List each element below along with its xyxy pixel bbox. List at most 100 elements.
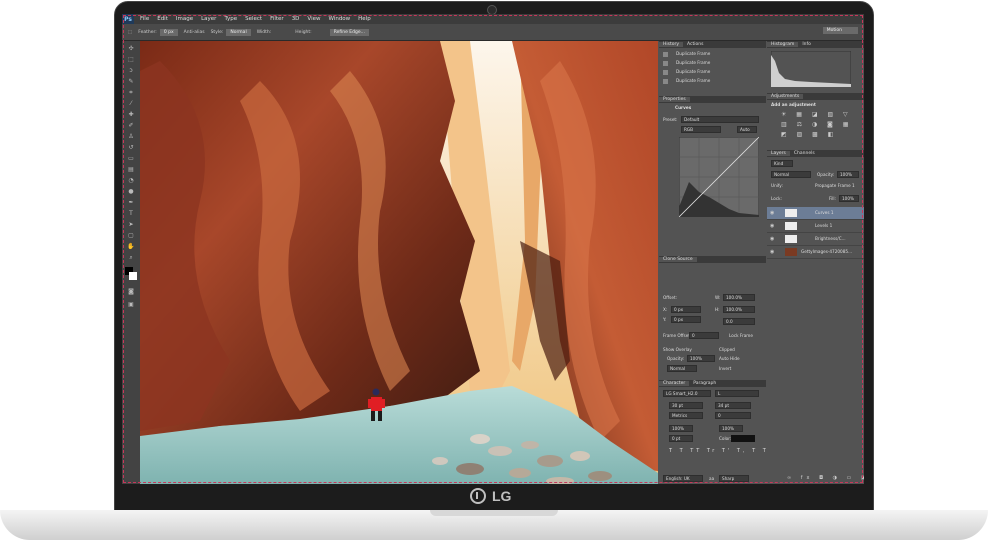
document-canvas[interactable]	[140, 41, 658, 484]
curves-graph[interactable]	[679, 137, 759, 217]
move-tool-icon[interactable]: ✣	[126, 45, 136, 53]
font-style-select[interactable]: L	[715, 390, 759, 397]
hand-tool-icon[interactable]: ✋	[126, 243, 136, 251]
history-item[interactable]: Duplicate Frame	[663, 67, 759, 76]
antialias-select[interactable]: Sharp	[719, 475, 749, 482]
blur-tool-icon[interactable]: ◔	[126, 177, 136, 185]
layer-opacity-input[interactable]: 100%	[837, 171, 859, 178]
menu-window[interactable]: Window	[328, 16, 350, 22]
tab-histogram[interactable]: Histogram	[767, 42, 799, 47]
menu-3d[interactable]: 3D	[292, 16, 300, 22]
tab-history[interactable]: History	[659, 42, 684, 47]
menu-layer[interactable]: Layer	[201, 16, 216, 22]
layers-footer-icons[interactable]: ∞ fx ◘ ◑ ▭ ▣ 🗑	[787, 475, 864, 481]
style-select[interactable]: Normal	[226, 28, 251, 36]
tab-adjustments[interactable]: Adjustments	[767, 94, 804, 99]
layer-blend-select[interactable]: Normal	[771, 171, 811, 178]
tab-character[interactable]: Character	[659, 381, 690, 386]
layer-row[interactable]: ◉ Curves 1	[767, 207, 864, 220]
fill-input[interactable]: 100%	[839, 195, 859, 202]
tab-info[interactable]: Info	[798, 42, 815, 47]
angle-input[interactable]: 0.0	[723, 318, 755, 325]
invert-checkbox[interactable]: Invert	[719, 366, 731, 371]
menu-select[interactable]: Select	[245, 16, 262, 22]
adjustment-icons-row3[interactable]: ◩ ▨ ▩ ◧	[781, 131, 837, 138]
eye-icon[interactable]: ◉	[770, 249, 774, 255]
clone-stamp-tool-icon[interactable]: ♙	[126, 133, 136, 141]
adjustment-icons-row2[interactable]: ▥ ⚖ ◑ ◙ ▦	[781, 121, 852, 128]
menu-type[interactable]: Type	[224, 16, 237, 22]
tab-layers[interactable]: Layers	[767, 151, 790, 156]
history-item[interactable]: Duplicate Frame	[663, 76, 759, 85]
menu-file[interactable]: File	[140, 16, 149, 22]
menu-help[interactable]: Help	[358, 16, 371, 22]
lock-frame-checkbox[interactable]: Lock Frame	[729, 333, 753, 338]
eye-icon[interactable]: ◉	[770, 236, 774, 242]
layer-row[interactable]: ◉ GettyImages-4720085...	[767, 246, 864, 259]
leading-input[interactable]: 34 pt	[715, 402, 751, 409]
baseline-shift-input[interactable]: 0 pt	[669, 435, 693, 442]
layer-row[interactable]: ◉ Brightness/C...	[767, 233, 864, 246]
clone-opacity-input[interactable]: 100%	[687, 355, 715, 362]
dodge-tool-icon[interactable]: ●	[126, 188, 136, 196]
preset-select[interactable]: Default	[681, 116, 759, 123]
clone-blend-select[interactable]: Normal	[667, 365, 697, 372]
brush-tool-icon[interactable]: ✐	[126, 122, 136, 130]
workspace-select[interactable]: Motion	[822, 27, 858, 34]
clipped-checkbox[interactable]: Clipped	[719, 347, 735, 352]
auto-hide-checkbox[interactable]: Auto Hide	[719, 356, 740, 361]
x-input[interactable]: 0 px	[671, 306, 701, 313]
marquee-tool-icon[interactable]: ⬚	[128, 30, 132, 35]
menu-filter[interactable]: Filter	[270, 16, 284, 22]
y-input[interactable]: 0 px	[671, 316, 701, 323]
propagate-frame-checkbox[interactable]: Propagate Frame 1	[815, 183, 855, 188]
layer-row[interactable]: ◉ Levels 1	[767, 220, 864, 233]
tab-properties[interactable]: Properties	[659, 97, 690, 102]
pen-tool-icon[interactable]: ✒	[126, 199, 136, 207]
h-input[interactable]: 100.0%	[723, 306, 755, 313]
history-item[interactable]: Duplicate Frame	[663, 58, 759, 67]
font-family-select[interactable]: LG Smart_H2.0	[663, 390, 711, 397]
background-color-swatch[interactable]	[129, 272, 137, 280]
menu-view[interactable]: View	[307, 16, 320, 22]
adjustment-icons-row1[interactable]: ☀ ▦ ◪ ▧ ▽	[781, 111, 852, 118]
history-item[interactable]: Duplicate Frame	[663, 49, 759, 58]
language-select[interactable]: English: UK	[663, 475, 703, 482]
refine-edge-button[interactable]: Refine Edge...	[329, 28, 369, 36]
lasso-tool-icon[interactable]: ↄ	[126, 67, 136, 75]
gradient-tool-icon[interactable]: ▤	[126, 166, 136, 174]
eye-icon[interactable]: ◉	[770, 210, 774, 216]
auto-button[interactable]: Auto	[737, 126, 757, 133]
menu-edit[interactable]: Edit	[157, 16, 168, 22]
w-input[interactable]: 100.0%	[723, 294, 755, 301]
horizontal-scale-input[interactable]: 100%	[719, 425, 743, 432]
font-size-input[interactable]: 30 pt	[669, 402, 703, 409]
eraser-tool-icon[interactable]: ▭	[126, 155, 136, 163]
frame-offset-input[interactable]: 0	[689, 332, 719, 339]
feather-input[interactable]: 0 px	[159, 28, 178, 36]
tracking-select[interactable]: 0	[715, 412, 751, 419]
tab-actions[interactable]: Actions	[683, 42, 707, 47]
channel-select[interactable]: RGB	[681, 126, 721, 133]
history-brush-tool-icon[interactable]: ↺	[126, 144, 136, 152]
shape-tool-icon[interactable]: ▢	[126, 232, 136, 240]
vertical-scale-input[interactable]: 100%	[669, 425, 693, 432]
marquee-tool-icon[interactable]: ⬚	[126, 56, 136, 64]
crop-tool-icon[interactable]: ⌗	[126, 89, 136, 97]
layer-filter-select[interactable]: Kind	[771, 160, 793, 167]
quick-select-tool-icon[interactable]: ✎	[126, 78, 136, 86]
tab-paragraph[interactable]: Paragraph	[689, 381, 720, 386]
tab-clone-source[interactable]: Clone Source	[659, 257, 697, 262]
text-color-swatch[interactable]	[731, 435, 755, 442]
zoom-tool-icon[interactable]: ⌕	[126, 254, 136, 262]
eye-icon[interactable]: ◉	[770, 223, 774, 229]
tab-channels[interactable]: Channels	[790, 151, 819, 156]
quick-mask-icon[interactable]: ◙	[126, 288, 136, 296]
type-tool-icon[interactable]: T	[126, 210, 136, 218]
antialias-checkbox[interactable]: Anti-alias	[184, 30, 205, 35]
healing-tool-icon[interactable]: ✚	[126, 111, 136, 119]
show-overlay-checkbox[interactable]: Show Overlay	[663, 347, 692, 352]
eyedropper-tool-icon[interactable]: ⁄	[126, 100, 136, 108]
screen-mode-icon[interactable]: ▣	[126, 301, 136, 309]
kerning-select[interactable]: Metrics	[669, 412, 703, 419]
